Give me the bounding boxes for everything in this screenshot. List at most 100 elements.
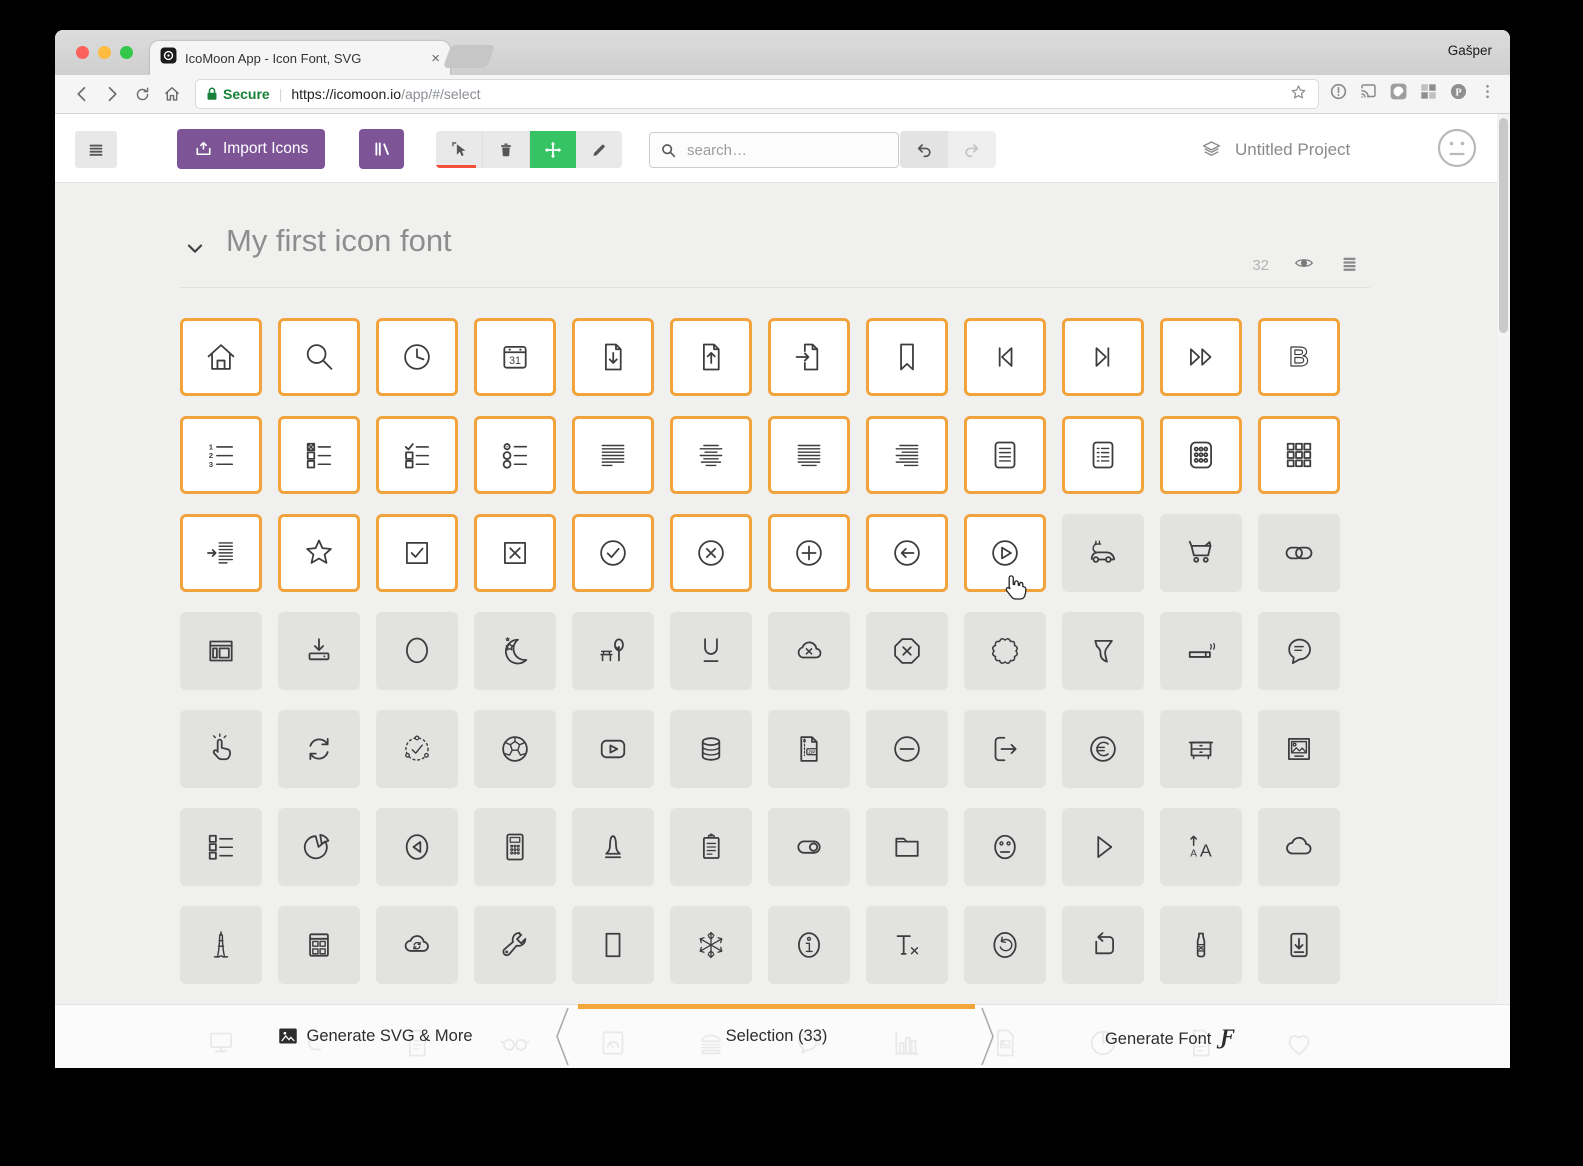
icon-tile-soccer[interactable] <box>474 710 556 788</box>
menu-dots-icon[interactable] <box>1477 81 1498 107</box>
icon-tile-toggle[interactable] <box>768 808 850 886</box>
icon-tile-sync[interactable] <box>278 710 360 788</box>
icon-tile-calendar[interactable]: 31 <box>474 318 556 396</box>
icon-tile-bookmark[interactable] <box>866 318 948 396</box>
icon-tile-grid-squares[interactable] <box>1258 416 1340 494</box>
scrollbar-thumb[interactable] <box>1499 118 1508 333</box>
move-icon[interactable] <box>530 131 576 168</box>
icon-tile-file-zip[interactable]: ZIP <box>768 710 850 788</box>
icon-tile-text-remove[interactable] <box>866 906 948 984</box>
bookmark-star-icon[interactable] <box>1289 83 1308 105</box>
shape-extension-icon[interactable] <box>1387 80 1410 108</box>
icon-tile-park[interactable] <box>572 612 654 690</box>
icon-tile-cloud[interactable] <box>1258 808 1340 886</box>
icon-tile-circle-previous[interactable] <box>376 808 458 886</box>
collapse-set-chevron-icon[interactable] <box>183 237 207 266</box>
icon-tile-search[interactable] <box>278 318 360 396</box>
icon-tile-file-import[interactable] <box>768 318 850 396</box>
icon-tile-cloud-cross[interactable] <box>768 612 850 690</box>
icon-tile-tap[interactable] <box>180 710 262 788</box>
icon-tile-indent[interactable] <box>180 514 262 592</box>
project-selector[interactable]: Untitled Project <box>1200 138 1350 161</box>
icon-tile-browser-panel[interactable] <box>180 612 262 690</box>
icon-tile-keypad[interactable] <box>1160 416 1242 494</box>
icon-tile-file-upload[interactable] <box>670 318 752 396</box>
icon-tile-info-circle[interactable] <box>768 906 850 984</box>
reload-icon[interactable] <box>127 79 157 109</box>
icon-tile-sign-out[interactable] <box>964 710 1046 788</box>
icon-tile-rectangle[interactable] <box>572 906 654 984</box>
icon-tile-download-device[interactable] <box>278 612 360 690</box>
icon-tile-dresser[interactable] <box>1160 710 1242 788</box>
icon-tile-euro[interactable] <box>1062 710 1144 788</box>
import-icons-button[interactable]: Import Icons <box>177 129 326 169</box>
redo-icon[interactable] <box>948 131 996 168</box>
icon-tile-checkbox-checked[interactable] <box>376 514 458 592</box>
icon-tile-list-radio[interactable] <box>474 416 556 494</box>
generate-svg-tab[interactable]: Generate SVG & More <box>195 1005 555 1068</box>
icon-tile-pie-chart[interactable] <box>278 808 360 886</box>
set-menu-icon[interactable] <box>1339 253 1360 279</box>
icon-tile-wrench[interactable] <box>474 906 556 984</box>
select-cursor-icon[interactable] <box>436 131 483 168</box>
icon-tile-skip-start[interactable] <box>964 318 1046 396</box>
onepassword-icon[interactable] <box>1327 80 1350 108</box>
chrome-profile-name[interactable]: Gašper <box>1448 43 1492 58</box>
icon-tile-star[interactable] <box>278 514 360 592</box>
icon-tile-circle-cross[interactable] <box>670 514 752 592</box>
preview-eye-icon[interactable] <box>1293 252 1315 279</box>
home-icon[interactable] <box>157 79 187 109</box>
icon-tile-list-numbered[interactable]: 123 <box>180 416 262 494</box>
account-avatar-button[interactable] <box>1437 128 1477 168</box>
icon-tile-tornado[interactable] <box>1062 612 1144 690</box>
icon-library-button[interactable] <box>359 129 404 169</box>
icon-tile-octagon-cross[interactable] <box>866 612 948 690</box>
icon-tile-file-download[interactable] <box>572 318 654 396</box>
icon-tile-video-play[interactable] <box>572 710 654 788</box>
icon-tile-link[interactable] <box>1258 514 1340 592</box>
icon-tile-user-female[interactable] <box>572 808 654 886</box>
icon-tile-paragraph-left[interactable] <box>572 416 654 494</box>
icon-tile-undo-circle[interactable] <box>964 906 1046 984</box>
page-scrollbar[interactable] <box>1497 114 1510 1068</box>
secure-badge[interactable]: Secure <box>206 86 270 102</box>
icon-tile-loop[interactable] <box>1062 906 1144 984</box>
icon-tile-home[interactable] <box>180 318 262 396</box>
icon-tile-circle-minus[interactable] <box>866 710 948 788</box>
icon-tile-bold[interactable]: B <box>1258 318 1340 396</box>
icon-tile-paragraph-center[interactable] <box>670 416 752 494</box>
icon-tile-cart[interactable] <box>1160 514 1242 592</box>
icon-tile-circle-arrow-left[interactable] <box>866 514 948 592</box>
icon-tile-checkbox-cross[interactable] <box>474 514 556 592</box>
icon-tile-fast-forward[interactable] <box>1160 318 1242 396</box>
main-menu-button[interactable] <box>75 131 117 168</box>
icon-tile-comment-lines[interactable] <box>1258 612 1340 690</box>
icon-tile-document-list[interactable] <box>1062 416 1144 494</box>
active-tab[interactable]: IcoMoon App - Icon Font, SVG × <box>150 41 450 75</box>
new-tab-button[interactable] <box>442 45 496 68</box>
icon-tile-document-text[interactable] <box>964 416 1046 494</box>
icon-tile-seal[interactable] <box>964 612 1046 690</box>
icon-tile-paragraph-right[interactable] <box>866 416 948 494</box>
icon-tile-folder[interactable] <box>866 808 948 886</box>
icon-tile-neutral-face[interactable] <box>964 808 1046 886</box>
icon-tile-list-checkbox[interactable] <box>278 416 360 494</box>
selection-tab[interactable]: Selection (33) <box>578 1005 975 1068</box>
icon-tile-underline[interactable] <box>670 612 752 690</box>
back-icon[interactable] <box>67 79 97 109</box>
icon-tile-play[interactable] <box>1062 808 1144 886</box>
pencil-icon[interactable] <box>576 131 622 168</box>
icon-tile-table-window[interactable] <box>278 906 360 984</box>
zoom-window-button[interactable] <box>120 46 133 59</box>
icon-tile-clipboard-list[interactable] <box>670 808 752 886</box>
url-field[interactable]: Secure | https://icomoon.io /app/#/selec… <box>195 79 1319 109</box>
undo-icon[interactable] <box>900 131 948 168</box>
icon-tile-image[interactable] <box>1258 710 1340 788</box>
icon-tile-dotted-circle-check[interactable] <box>376 710 458 788</box>
pinterest-icon[interactable]: P <box>1447 80 1470 108</box>
icon-tile-clock[interactable] <box>376 318 458 396</box>
icon-tile-box-download[interactable] <box>1258 906 1340 984</box>
icon-tile-circle-plus[interactable] <box>768 514 850 592</box>
icon-tile-cigarette[interactable] <box>1160 612 1242 690</box>
icon-tile-circle-shape[interactable] <box>376 612 458 690</box>
